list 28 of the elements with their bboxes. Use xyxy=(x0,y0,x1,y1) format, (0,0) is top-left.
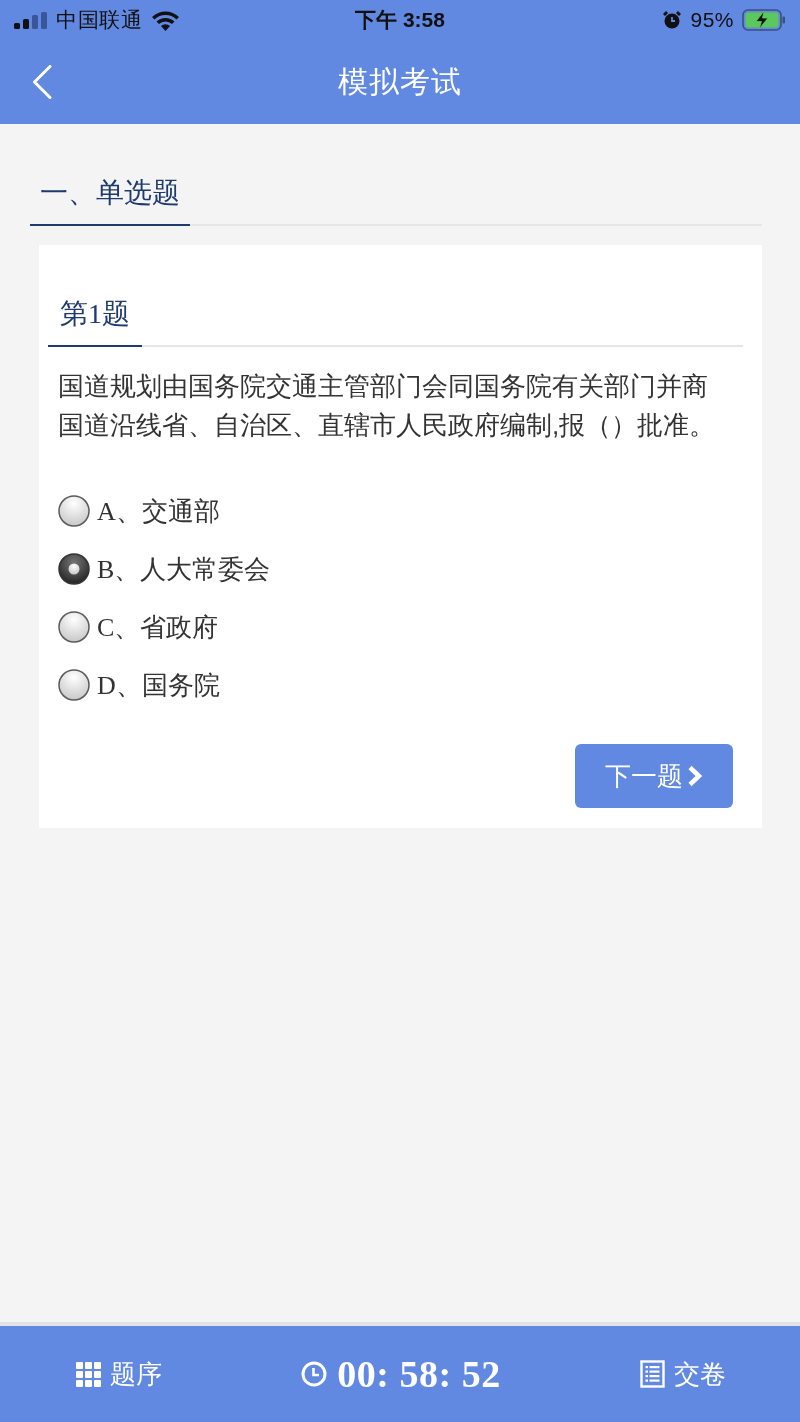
section-tab[interactable]: 一、单选题 xyxy=(30,168,190,226)
submit-exam-button[interactable]: 交卷 xyxy=(640,1356,727,1392)
chevron-left-icon xyxy=(32,65,52,99)
clock-icon xyxy=(301,1361,328,1387)
status-time: 下午 3:58 xyxy=(355,7,445,33)
question-index-button[interactable]: 题序 xyxy=(75,1356,162,1392)
radio-button[interactable] xyxy=(58,611,90,643)
chevron-right-icon xyxy=(687,765,703,787)
wifi-icon xyxy=(151,9,180,31)
option-label: D、国务院 xyxy=(97,669,220,702)
page-title: 模拟考试 xyxy=(338,63,462,100)
radio-button[interactable] xyxy=(58,669,90,701)
next-question-button[interactable]: 下一题 xyxy=(575,744,733,808)
carrier-name: 中国联通 xyxy=(56,7,142,33)
countdown-timer: 00: 58: 52 xyxy=(337,1352,501,1396)
signal-icon xyxy=(14,11,47,29)
document-list-icon xyxy=(640,1360,666,1388)
grid-icon xyxy=(75,1361,101,1387)
battery-percent: 95% xyxy=(690,8,734,32)
option-label: C、省政府 xyxy=(97,611,219,644)
battery-charging-icon xyxy=(742,9,786,31)
option-label: B、人大常委会 xyxy=(97,553,271,586)
radio-button[interactable] xyxy=(58,495,90,527)
question-text: 国道规划由国务院交通主管部门会同国务院有关部门并商国道沿线省、自治区、直辖市人民政府编制,报（）批准。 xyxy=(58,370,717,442)
option-label: A、交通部 xyxy=(97,495,220,528)
question-number: 第1题 xyxy=(48,295,142,347)
alarm-clock-icon xyxy=(662,10,683,30)
radio-button[interactable] xyxy=(58,553,90,585)
